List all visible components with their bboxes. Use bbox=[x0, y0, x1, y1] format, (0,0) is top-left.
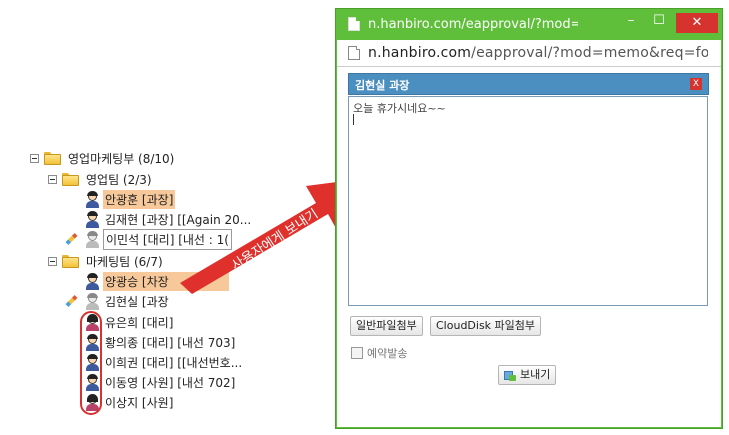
page-icon bbox=[348, 46, 360, 60]
url-path: /eapproval/?mod=memo&req=form&lis bbox=[471, 45, 708, 61]
text-caret bbox=[353, 114, 354, 125]
remove-recipient-button[interactable]: X bbox=[690, 78, 702, 90]
reserve-send-checkbox[interactable] bbox=[351, 347, 363, 359]
memo-popup-window: n.hanbiro.com/eapproval/?mod=memo&re... … bbox=[335, 8, 723, 429]
memo-textarea[interactable]: 오늘 휴가시네요~~ bbox=[348, 96, 708, 306]
reserve-send-label: 예약발송 bbox=[367, 347, 408, 360]
recipient-header: 김현실 과장 X bbox=[348, 73, 709, 95]
memo-form: 김현실 과장 X 오늘 휴가시네요~~ 일반파일첨부 CloudDisk 파일첨… bbox=[337, 67, 721, 427]
close-window-button[interactable]: ✕ bbox=[676, 13, 718, 33]
maximize-button[interactable]: ☐ bbox=[644, 9, 674, 33]
send-button-label: 보내기 bbox=[520, 368, 551, 381]
window-title: n.hanbiro.com/eapproval/?mod=memo&re... bbox=[368, 16, 578, 32]
attach-file-button[interactable]: 일반파일첨부 bbox=[350, 316, 423, 336]
address-bar[interactable]: n.hanbiro.com/eapproval/?mod=memo&req=fo… bbox=[337, 40, 721, 67]
clouddisk-attach-button[interactable]: CloudDisk 파일첨부 bbox=[430, 316, 542, 336]
page-icon bbox=[348, 17, 360, 31]
recipient-name: 김현실 과장 bbox=[355, 79, 410, 92]
send-icon bbox=[504, 370, 516, 381]
url-domain: n.hanbiro.com bbox=[368, 45, 472, 61]
send-button[interactable]: 보내기 bbox=[498, 365, 557, 385]
reserve-send-option[interactable]: 예약발송 bbox=[351, 345, 407, 361]
url-text: n.hanbiro.com/eapproval/?mod=memo&req=fo… bbox=[368, 45, 708, 61]
minimize-button[interactable]: – bbox=[616, 9, 646, 33]
